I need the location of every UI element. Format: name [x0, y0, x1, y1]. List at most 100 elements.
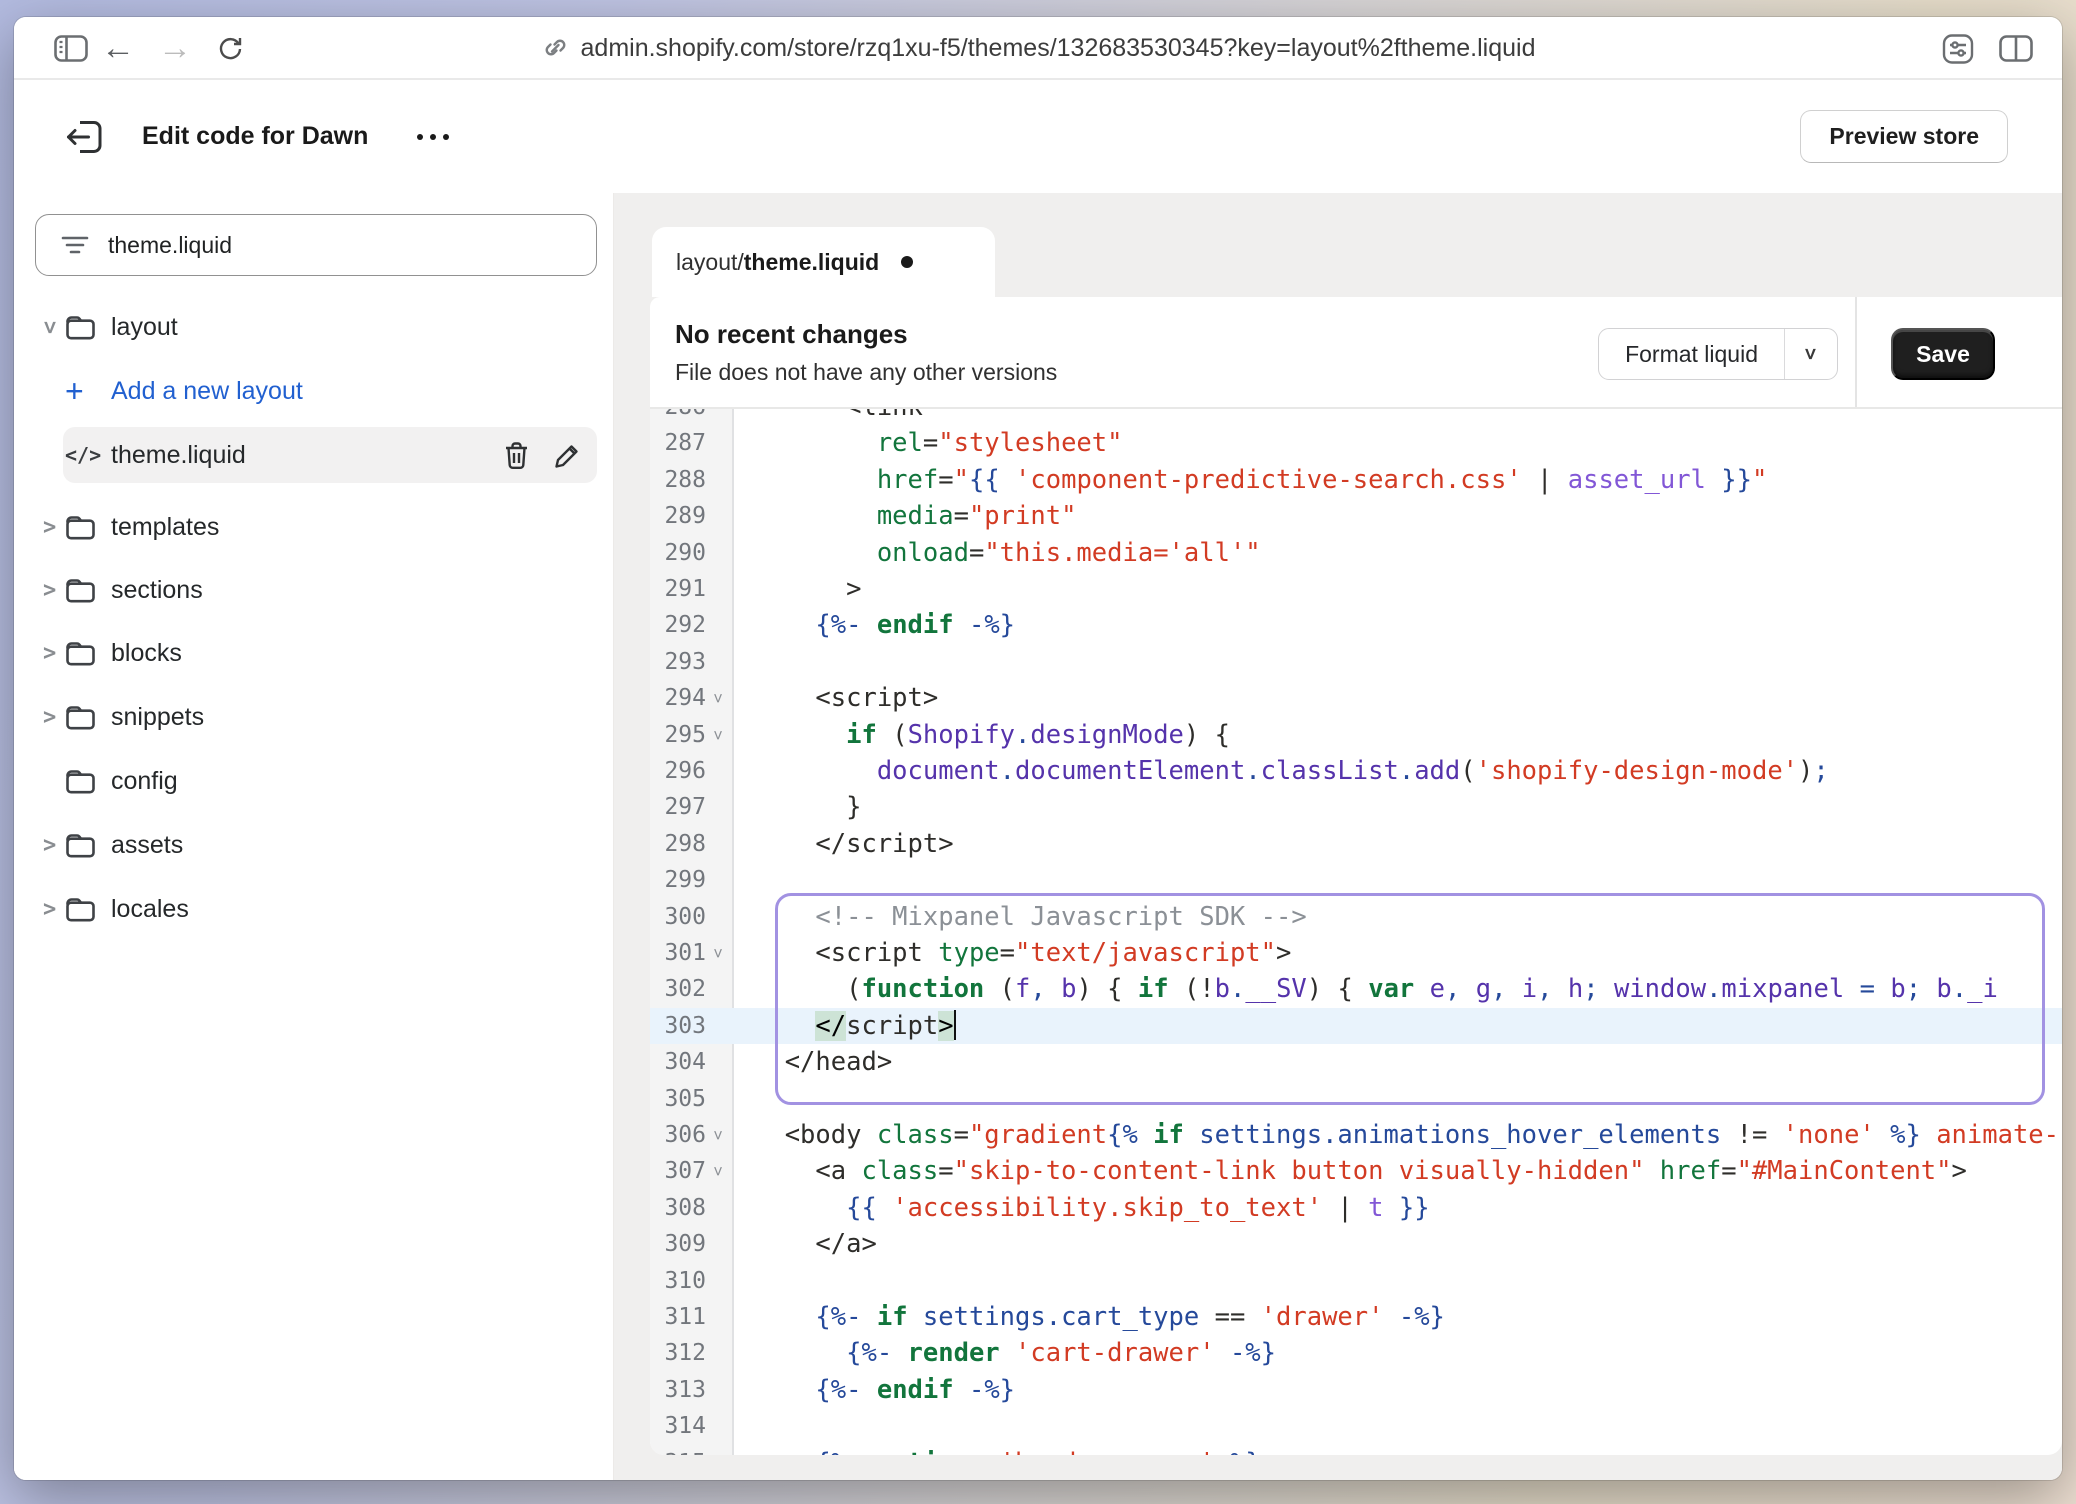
fold-chevron-icon[interactable]: >	[700, 943, 736, 963]
format-liquid-button[interactable]: Format liquid >	[1598, 328, 1838, 380]
line-number: 290	[650, 535, 706, 571]
sidebar-item-label: locales	[111, 895, 189, 924]
code-editor[interactable]: 286 <link287 rel="stylesheet"288 href="{…	[650, 409, 2062, 1455]
fold-chevron-icon[interactable]: >	[700, 688, 736, 708]
code-text: >	[754, 571, 861, 607]
code-line-298[interactable]: 298 </script>	[650, 826, 2062, 862]
code-line-314[interactable]: 314	[650, 1408, 2062, 1444]
fold-chevron-icon[interactable]: >	[700, 725, 736, 745]
sidebar-item-templates[interactable]: >templates	[14, 499, 613, 555]
file-search-input[interactable]: theme.liquid	[35, 214, 597, 276]
line-number: 315	[650, 1445, 706, 1455]
extensions-icon[interactable]	[1938, 17, 1978, 80]
sidebar-item-label: assets	[111, 831, 183, 860]
folder-icon	[65, 896, 96, 923]
folder-icon	[65, 577, 96, 604]
line-number: 306	[650, 1117, 706, 1153]
code-line-288[interactable]: 288 href="{{ 'component-predictive-searc…	[650, 462, 2062, 498]
sidebar-item-blocks[interactable]: >blocks	[14, 625, 613, 681]
code-line-310[interactable]: 310	[650, 1263, 2062, 1299]
sidebar-item-label: config	[111, 767, 178, 796]
line-number: 289	[650, 498, 706, 534]
code-line-291[interactable]: 291 >	[650, 571, 2062, 607]
save-button[interactable]: Save	[1891, 328, 1995, 380]
tab-file-name: theme.liquid	[744, 249, 879, 276]
code-line-309[interactable]: 309 </a>	[650, 1226, 2062, 1262]
folder-icon	[65, 704, 96, 731]
line-number: 309	[650, 1226, 706, 1262]
code-text: </a>	[754, 1226, 877, 1262]
delete-icon[interactable]	[503, 441, 530, 470]
page-title: Edit code for Dawn	[142, 80, 368, 193]
code-line-294[interactable]: 294> <script>	[650, 680, 2062, 716]
chevron-down-icon[interactable]: >	[1784, 329, 1837, 379]
line-number: 312	[650, 1335, 706, 1371]
browser-window: ← → admin.shopify.com/store/rzq1xu-f5/th…	[14, 17, 2062, 1480]
code-text: <link	[754, 409, 923, 425]
line-number: 299	[650, 862, 706, 898]
line-number: 303	[650, 1008, 706, 1044]
sidebar-item-label: layout	[111, 313, 178, 342]
sidebar-item-theme-liquid[interactable]: </>theme.liquid	[14, 427, 613, 483]
line-number: 288	[650, 462, 706, 498]
sidebar-item-label: snippets	[111, 703, 204, 732]
sidebar-item-sections[interactable]: >sections	[14, 562, 613, 618]
code-line-297[interactable]: 297 }	[650, 789, 2062, 825]
code-text: document.documentElement.classList.add('…	[754, 753, 1829, 789]
code-line-293[interactable]: 293	[650, 644, 2062, 680]
sidebar-item-locales[interactable]: >locales	[14, 881, 613, 937]
code-line-286[interactable]: 286 <link	[650, 409, 2062, 425]
code-line-312[interactable]: 312 {%- render 'cart-drawer' -%}	[650, 1335, 2062, 1371]
sidebar-item-layout[interactable]: >layout	[14, 299, 613, 355]
code-text: {%- endif -%}	[754, 1372, 1015, 1408]
split-view-icon[interactable]	[1996, 17, 2036, 80]
code-text: onload="this.media='all'"	[754, 535, 1261, 571]
tab-theme-liquid[interactable]: layout/theme.liquid	[652, 227, 995, 297]
code-line-311[interactable]: 311 {%- if settings.cart_type == 'drawer…	[650, 1299, 2062, 1335]
exit-icon[interactable]	[66, 80, 104, 193]
file-sidebar: theme.liquid >layout </>theme.liquid >temp…	[14, 193, 614, 1480]
sidebar-item-assets[interactable]: >assets	[14, 817, 613, 873]
code-line-302[interactable]: 302 (function (f, b) { if (!b.__SV) { va…	[650, 971, 2062, 1007]
code-line-292[interactable]: 292 {%- endif -%}	[650, 607, 2062, 643]
code-line-307[interactable]: 307> <a class="skip-to-content-link butt…	[650, 1153, 2062, 1189]
code-line-296[interactable]: 296 document.documentElement.classList.a…	[650, 753, 2062, 789]
code-text: {{ 'accessibility.skip_to_text' | t }}	[754, 1190, 1430, 1226]
fold-chevron-icon[interactable]: >	[700, 1125, 736, 1145]
more-actions-icon[interactable]	[417, 80, 449, 193]
edit-icon[interactable]	[553, 441, 582, 470]
url-text[interactable]: admin.shopify.com/store/rzq1xu-f5/themes…	[581, 34, 1536, 63]
code-line-306[interactable]: 306> <body class="gradient{% if settings…	[650, 1117, 2062, 1153]
code-line-295[interactable]: 295> if (Shopify.designMode) {	[650, 717, 2062, 753]
code-text: }	[754, 789, 861, 825]
code-line-287[interactable]: 287 rel="stylesheet"	[650, 425, 2062, 461]
add-new-layout-button[interactable]: +Add a new layout	[14, 363, 613, 419]
code-text: <a class="skip-to-content-link button vi…	[754, 1153, 1967, 1189]
sidebar-item-snippets[interactable]: >snippets	[14, 689, 613, 745]
folder-icon	[65, 640, 96, 667]
sidebar-item-label: theme.liquid	[111, 441, 246, 470]
code-line-303[interactable]: 303 </script>	[650, 1008, 2062, 1044]
line-number: 301	[650, 935, 706, 971]
code-line-315[interactable]: 315 {% sections 'header-group' %}	[650, 1445, 2062, 1455]
fold-chevron-icon[interactable]: >	[700, 1162, 736, 1182]
code-text: <!-- Mixpanel Javascript SDK -->	[754, 899, 1307, 935]
changes-subtitle: File does not have any other versions	[675, 359, 1057, 386]
code-line-313[interactable]: 313 {%- endif -%}	[650, 1372, 2062, 1408]
preview-store-button[interactable]: Preview store	[1800, 110, 2008, 163]
code-text: </script>	[754, 1008, 956, 1044]
code-text: {%- endif -%}	[754, 607, 1015, 643]
code-line-305[interactable]: 305	[650, 1081, 2062, 1117]
code-line-290[interactable]: 290 onload="this.media='all'"	[650, 535, 2062, 571]
line-number: 302	[650, 971, 706, 1007]
line-number: 311	[650, 1299, 706, 1335]
code-line-301[interactable]: 301> <script type="text/javascript">	[650, 935, 2062, 971]
code-line-304[interactable]: 304 </head>	[650, 1044, 2062, 1080]
code-line-299[interactable]: 299	[650, 862, 2062, 898]
line-number: 307	[650, 1153, 706, 1189]
line-number: 293	[650, 644, 706, 680]
code-line-289[interactable]: 289 media="print"	[650, 498, 2062, 534]
code-line-308[interactable]: 308 {{ 'accessibility.skip_to_text' | t …	[650, 1190, 2062, 1226]
code-line-300[interactable]: 300 <!-- Mixpanel Javascript SDK -->	[650, 899, 2062, 935]
sidebar-item-config[interactable]: config	[14, 753, 613, 809]
